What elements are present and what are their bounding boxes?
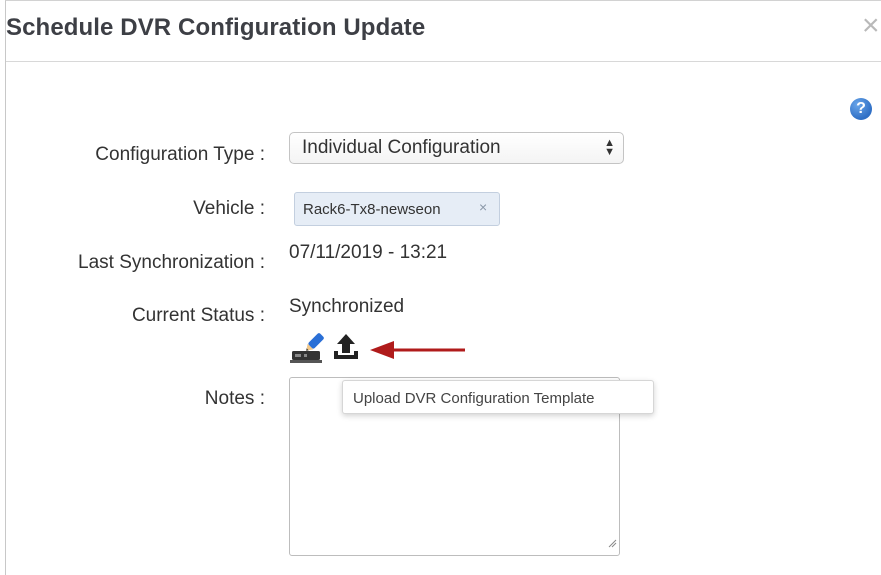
upload-icon[interactable] [332, 333, 360, 368]
current-status-label: Current Status : [131, 305, 265, 326]
config-type-label: Configuration Type : [95, 144, 265, 165]
help-icon[interactable]: ? [850, 98, 872, 120]
notes-label: Notes : [204, 388, 265, 409]
close-icon[interactable]: × [862, 11, 880, 41]
vehicle-tag: Rack6-Tx8-newseon × [294, 192, 500, 226]
resize-handle-icon[interactable] [607, 535, 617, 553]
config-type-value: Individual Configuration [302, 137, 501, 158]
remove-tag-icon[interactable]: × [479, 199, 487, 215]
dialog-titlebar: Schedule DVR Configuration Update × [6, 1, 881, 62]
dialog-title: Schedule DVR Configuration Update [6, 14, 426, 41]
last-sync-label: Last Synchronization : [78, 252, 265, 273]
vehicle-label: Vehicle : [193, 198, 265, 219]
select-arrows-icon: ▲ ▼ [604, 137, 615, 158]
current-status-value: Synchronized [289, 296, 405, 317]
upload-tooltip: Upload DVR Configuration Template [342, 380, 654, 414]
schedule-dvr-dialog: Schedule DVR Configuration Update × ? Co… [5, 0, 881, 575]
tooltip-text: Upload DVR Configuration Template [353, 390, 595, 407]
vehicle-tag-text: Rack6-Tx8-newseon [303, 201, 441, 218]
last-sync-value: 07/11/2019 - 13:21 [289, 242, 448, 263]
red-arrow-annotation [368, 337, 468, 368]
edit-config-icon[interactable] [290, 331, 326, 370]
config-type-select[interactable]: Individual Configuration ▲ ▼ [289, 132, 624, 164]
status-actions [290, 331, 370, 367]
